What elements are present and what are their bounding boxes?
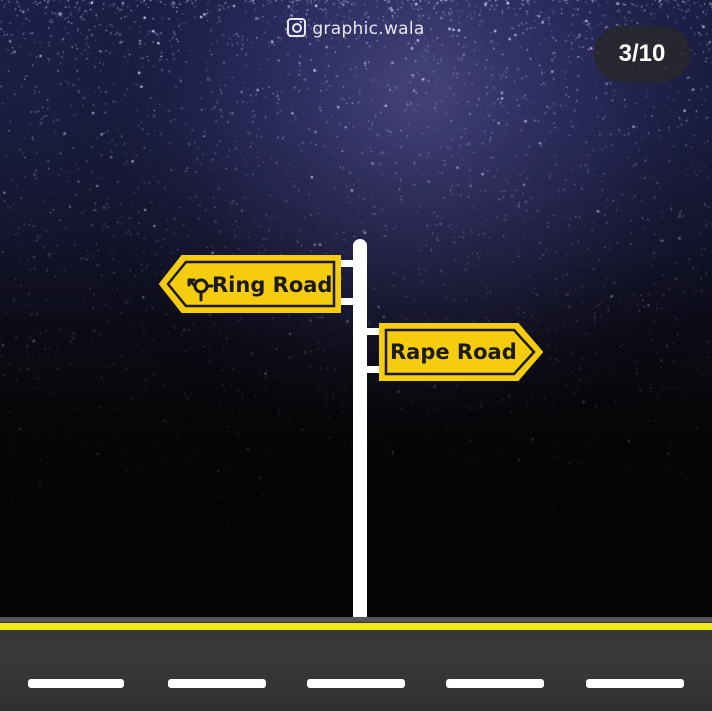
rape-road-sign: Rape Road <box>379 323 544 381</box>
road-edge <box>0 617 712 622</box>
ring-road-label: Ring Road <box>212 273 332 297</box>
rape-road-label: Rape Road <box>390 340 517 364</box>
instagram-icon <box>287 18 307 37</box>
slide-counter-badge: 3/10 <box>594 26 690 82</box>
yellow-road-line <box>0 623 712 630</box>
lane-dash <box>307 679 405 688</box>
ring-road-sign: Ring Road <box>158 255 341 313</box>
signpost-pole <box>353 239 367 620</box>
lane-dash <box>586 679 684 688</box>
night-sky-scene: graphic.wala 3/10 Ring Road Rape Road <box>0 0 712 711</box>
handle-text: graphic.wala <box>312 19 425 39</box>
lane-dash <box>28 679 124 688</box>
road-surface <box>0 617 712 711</box>
lane-dash <box>168 679 266 688</box>
lane-dash <box>446 679 544 688</box>
